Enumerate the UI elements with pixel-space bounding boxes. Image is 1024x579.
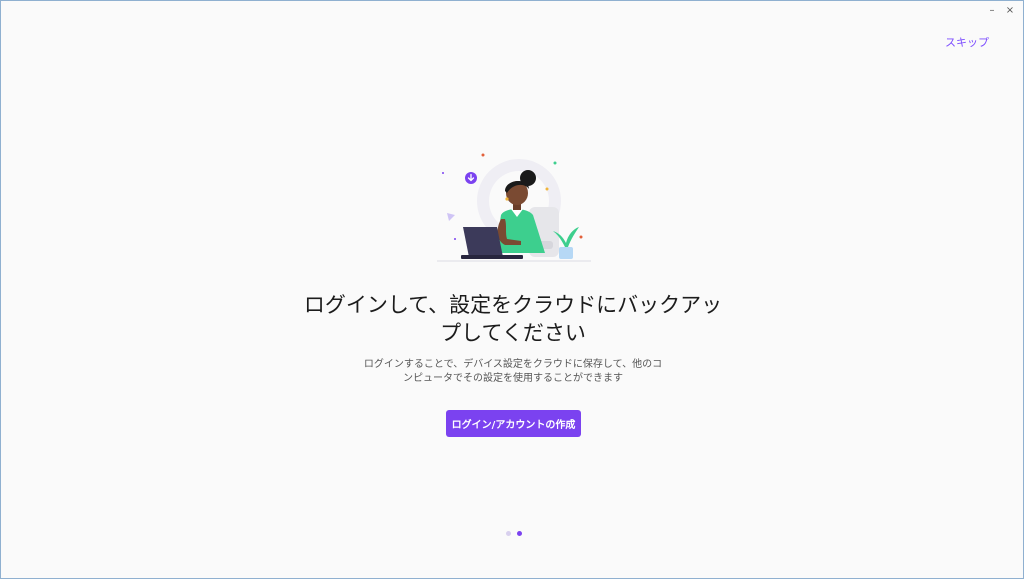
page-description: ログインすることで、デバイス設定をクラウドに保存して、他のコンピュータでその設定… xyxy=(363,359,663,384)
skip-link[interactable]: スキップ xyxy=(945,34,989,50)
page-indicator xyxy=(506,531,522,536)
minimize-icon: – xyxy=(989,4,995,16)
download-icon xyxy=(465,172,477,184)
close-button[interactable]: × xyxy=(1001,3,1019,17)
page-dot-1[interactable] xyxy=(506,531,511,536)
app-window: – × スキップ ログインして、設定をクラウドにバックアップしてください ログイ… xyxy=(0,0,1024,579)
person-at-laptop-illustration xyxy=(437,153,591,262)
window-controls: – × xyxy=(983,3,1019,17)
login-create-account-button[interactable]: ログイン/アカウントの作成 xyxy=(446,410,581,437)
page-title: ログインして、設定をクラウドにバックアップしてください xyxy=(303,293,723,345)
page-dot-2-active[interactable] xyxy=(517,531,522,536)
minimize-button[interactable]: – xyxy=(983,3,1001,17)
close-icon: × xyxy=(1005,4,1015,16)
